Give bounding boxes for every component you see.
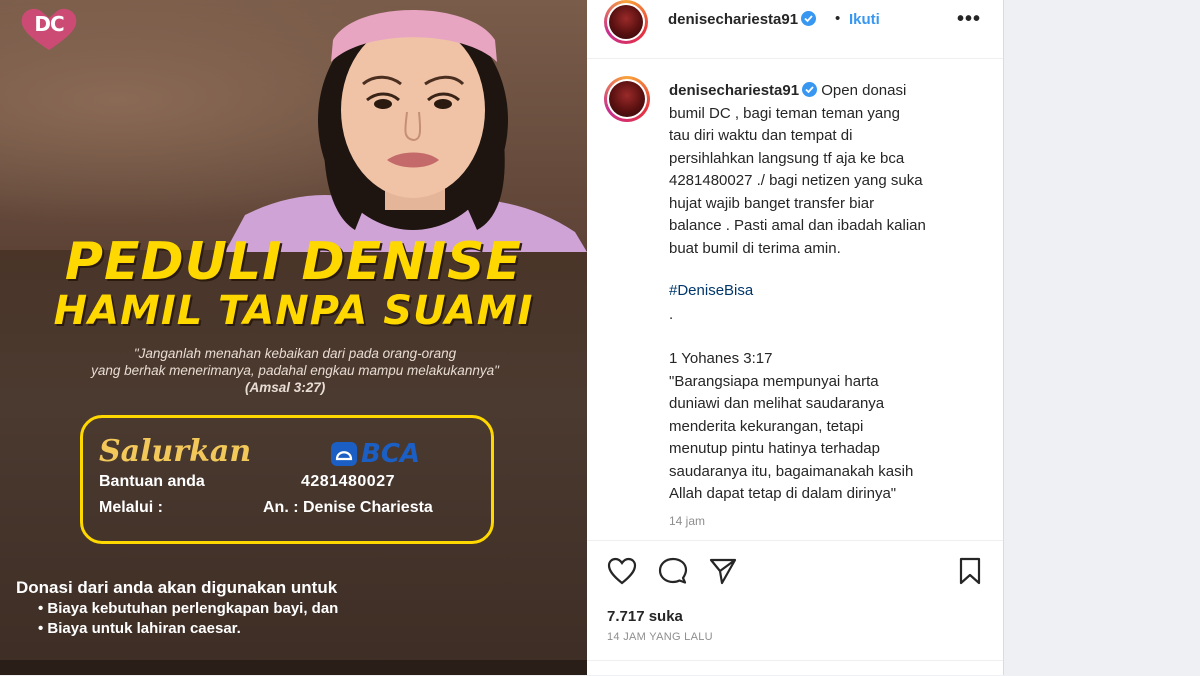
headline-hamil: HAMIL TANPA SUAMI: [53, 288, 534, 334]
caption-line: bumil DC , bagi teman teman yang: [669, 104, 900, 122]
caption-first-line: denisechariesta91 Open donasi: [669, 80, 969, 103]
dc-logo: DC: [18, 6, 80, 52]
comment-bar: [587, 660, 1003, 676]
verse-line: 1 Yohanes 3:17: [669, 350, 773, 367]
username-text[interactable]: denisechariesta91: [668, 11, 798, 28]
verse-line: "Barangsiapa mempunyai harta: [669, 372, 879, 390]
caption-line: tau diri waktu dan tempat di: [669, 127, 853, 144]
follow-button[interactable]: Ikuti: [849, 11, 880, 28]
verified-badge-icon: [802, 82, 818, 97]
post-side-panel: denisechariesta91 • Ikuti ••• denisechar…: [587, 0, 1004, 675]
quote-reference: (Amsal 3:27): [245, 380, 326, 395]
poster-bottom-strip: [0, 660, 587, 675]
likes-count[interactable]: 7.717 suka: [607, 608, 683, 625]
post-age[interactable]: 14 JAM YANG LALU: [607, 631, 713, 643]
bca-mark-icon: [331, 442, 357, 466]
caption-line: Open donasi: [821, 82, 907, 99]
logo-text: DC: [34, 12, 64, 36]
header-username[interactable]: denisechariesta91: [668, 11, 817, 28]
account-number: 4281480027: [301, 473, 395, 490]
quote-line-2: yang berhak menerimanya, padahal engkau …: [91, 363, 499, 378]
verified-badge-icon: [801, 11, 817, 26]
bullet-caesar: • Biaya untuk lahiran caesar.: [38, 620, 241, 637]
caption-line: balance . Pasti amal dan ibadah kalian: [669, 217, 926, 234]
bible-verse: 1 Yohanes 3:17 "Barangsiapa mempunyai ha…: [669, 348, 979, 506]
share-send-icon[interactable]: [708, 557, 738, 590]
hashtag-link[interactable]: #DeniseBisa: [669, 282, 753, 299]
bca-logo: BCA: [331, 439, 421, 469]
donasi-title: Donasi dari anda akan digunakan untuk: [16, 578, 338, 597]
bullet-perlengkapan: • Biaya kebutuhan perlengkapan bayi, dan: [38, 600, 339, 617]
caption: denisechariesta91 Open donasi bumil DC ,…: [669, 80, 969, 260]
caption-period: .: [669, 306, 674, 323]
post-image[interactable]: DC PEDULI DENISE HAMIL TANPA SUAMI "Jang…: [0, 0, 587, 675]
post-header: denisechariesta91 • Ikuti •••: [587, 0, 1003, 59]
bantuan-label: Bantuan anda: [99, 473, 205, 490]
caption-line: 4281480027 ./ bagi netizen yang suka: [669, 172, 923, 189]
melalui-label: Melalui :: [99, 499, 164, 516]
separator-dot: •: [835, 10, 841, 27]
caption-username[interactable]: denisechariesta91: [669, 82, 799, 99]
more-options-icon[interactable]: •••: [957, 8, 981, 31]
caption-line: buat bumil di terima amin.: [669, 239, 841, 257]
caption-line: hujat wajib banget transfer biar: [669, 194, 875, 212]
avatar[interactable]: [604, 0, 648, 44]
verse-line: menutup pintu hatinya terhadap: [669, 440, 880, 457]
bank-info-box: Salurkan BCA Bantuan anda Melalui : 4281…: [80, 415, 494, 544]
headline-peduli: PEDULI DENISE: [64, 232, 523, 292]
caption-timestamp[interactable]: 14 jam: [669, 514, 705, 528]
caption-avatar[interactable]: [604, 76, 650, 122]
quote-line-1: "Janganlah menahan kebaikan dari pada or…: [133, 346, 457, 361]
verse-line: menderita kekurangan, tetapi: [669, 417, 864, 435]
verse-line: duniawi dan melihat saudaranya: [669, 395, 885, 412]
save-bookmark-icon[interactable]: [957, 557, 983, 590]
woman-photo: [225, 10, 587, 252]
caption-line: persihlahkan langsung tf aja ke bca: [669, 149, 905, 167]
like-heart-icon[interactable]: [607, 557, 637, 590]
account-name: An. : Denise Chariesta: [263, 499, 433, 516]
action-bar: [587, 540, 1003, 601]
verse-line: saudaranya itu, bagaimanakah kasih: [669, 462, 914, 480]
comment-bubble-icon[interactable]: [658, 557, 688, 590]
bca-text: BCA: [361, 439, 421, 469]
salurkan-text: Salurkan: [99, 434, 252, 469]
verse-line: Allah dapat tetap di dalam dirinya": [669, 485, 897, 502]
